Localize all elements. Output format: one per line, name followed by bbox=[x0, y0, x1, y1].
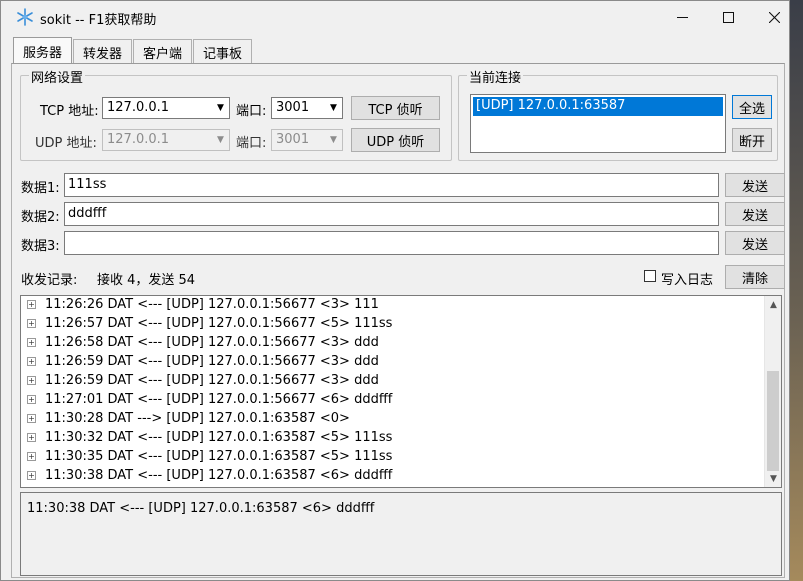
udp-address-combo[interactable]: 127.0.0.1 ▼ bbox=[102, 129, 230, 151]
tcp-address-value: 127.0.0.1 bbox=[107, 100, 169, 115]
tcp-address-label: TCP 地址: bbox=[40, 100, 99, 119]
udp-port-combo[interactable]: 3001 ▼ bbox=[271, 129, 343, 151]
data1-label: 数据1: bbox=[21, 177, 60, 196]
data3-input[interactable] bbox=[64, 231, 719, 255]
minimize-icon bbox=[677, 12, 688, 23]
scroll-down-icon[interactable]: ▼ bbox=[765, 470, 782, 487]
send1-button[interactable]: 发送 bbox=[725, 173, 785, 197]
data2-value: dddfff bbox=[68, 206, 106, 221]
title-bar[interactable]: sokit -- F1获取帮助 bbox=[1, 1, 789, 33]
expand-icon[interactable]: + bbox=[27, 300, 36, 309]
scroll-up-icon[interactable]: ▲ bbox=[765, 296, 782, 313]
connections-label: 当前连接 bbox=[467, 67, 523, 86]
udp-port-value: 3001 bbox=[276, 132, 309, 147]
maximize-button[interactable] bbox=[705, 1, 751, 33]
chevron-down-icon[interactable]: ▼ bbox=[325, 98, 342, 118]
send2-button[interactable]: 发送 bbox=[725, 202, 785, 226]
expand-icon[interactable]: + bbox=[27, 433, 36, 442]
app-window: sokit -- F1获取帮助 服务器 转发器 客户端 记事板 网络设置 TCP… bbox=[0, 0, 790, 581]
log-detail-text: 11:30:38 DAT <--- [UDP] 127.0.0.1:63587 … bbox=[27, 501, 374, 516]
log-row-text: 11:30:35 DAT <--- [UDP] 127.0.0.1:63587 … bbox=[45, 449, 392, 464]
maximize-icon bbox=[723, 12, 734, 23]
tcp-port-combo[interactable]: 3001 ▼ bbox=[271, 97, 343, 119]
udp-address-value: 127.0.0.1 bbox=[107, 132, 169, 147]
expand-icon[interactable]: + bbox=[27, 338, 36, 347]
log-row-text: 11:30:28 DAT ---> [UDP] 127.0.0.1:63587 … bbox=[45, 411, 350, 426]
data2-label: 数据2: bbox=[21, 206, 60, 225]
log-label: 收发记录: bbox=[21, 269, 77, 288]
disconnect-button[interactable]: 断开 bbox=[732, 128, 772, 152]
expand-icon[interactable]: + bbox=[27, 319, 36, 328]
chevron-down-icon[interactable]: ▼ bbox=[212, 130, 229, 150]
tcp-port-value: 3001 bbox=[276, 100, 309, 115]
expand-icon[interactable]: + bbox=[27, 452, 36, 461]
write-log-label[interactable]: 写入日志 bbox=[661, 269, 713, 288]
chevron-down-icon[interactable]: ▼ bbox=[325, 130, 342, 150]
snowflake-icon bbox=[15, 7, 35, 27]
tcp-port-label: 端口: bbox=[236, 100, 266, 119]
tab-server[interactable]: 服务器 bbox=[13, 37, 72, 64]
log-row-text: 11:26:59 DAT <--- [UDP] 127.0.0.1:56677 … bbox=[45, 354, 379, 369]
tcp-address-combo[interactable]: 127.0.0.1 ▼ bbox=[102, 97, 230, 119]
udp-address-label: UDP 地址: bbox=[35, 132, 97, 151]
data1-value: 111ss bbox=[68, 177, 106, 192]
minimize-button[interactable] bbox=[659, 1, 705, 33]
tab-notepad[interactable]: 记事板 bbox=[193, 39, 252, 64]
expand-icon[interactable]: + bbox=[27, 414, 36, 423]
data1-input[interactable]: 111ss bbox=[64, 173, 719, 197]
close-button[interactable] bbox=[751, 1, 797, 33]
network-settings-group: 网络设置 TCP 地址: 127.0.0.1 ▼ 端口: 3001 ▼ TCP … bbox=[20, 75, 452, 161]
log-row-text: 11:30:38 DAT <--- [UDP] 127.0.0.1:63587 … bbox=[45, 468, 392, 483]
data3-label: 数据3: bbox=[21, 235, 60, 254]
tcp-listen-button[interactable]: TCP 侦听 bbox=[351, 96, 440, 120]
log-row-text: 11:27:01 DAT <--- [UDP] 127.0.0.1:56677 … bbox=[45, 392, 392, 407]
connection-item[interactable]: [UDP] 127.0.0.1:63587 bbox=[473, 97, 723, 116]
udp-listen-button[interactable]: UDP 侦听 bbox=[351, 128, 440, 152]
network-settings-label: 网络设置 bbox=[29, 67, 85, 86]
log-stats: 接收 4，发送 54 bbox=[97, 269, 195, 288]
tab-forwarder[interactable]: 转发器 bbox=[73, 39, 132, 64]
write-log-checkbox[interactable] bbox=[644, 270, 656, 282]
log-row-text: 11:26:57 DAT <--- [UDP] 127.0.0.1:56677 … bbox=[45, 316, 392, 331]
tab-client[interactable]: 客户端 bbox=[133, 39, 192, 64]
window-title: sokit -- F1获取帮助 bbox=[40, 9, 156, 28]
chevron-down-icon[interactable]: ▼ bbox=[212, 98, 229, 118]
connections-list[interactable]: [UDP] 127.0.0.1:63587 bbox=[470, 94, 726, 153]
select-all-button[interactable]: 全选 bbox=[732, 95, 772, 119]
send3-button[interactable]: 发送 bbox=[725, 231, 785, 255]
expand-icon[interactable]: + bbox=[27, 376, 36, 385]
log-row-text: 11:26:58 DAT <--- [UDP] 127.0.0.1:56677 … bbox=[45, 335, 379, 350]
udp-port-label: 端口: bbox=[236, 132, 266, 151]
log-row-text: 11:30:32 DAT <--- [UDP] 127.0.0.1:63587 … bbox=[45, 430, 392, 445]
data2-input[interactable]: dddfff bbox=[64, 202, 719, 226]
log-tree[interactable]: + 11:26:26 DAT <--- [UDP] 127.0.0.1:5667… bbox=[20, 295, 782, 488]
tab-bar: 服务器 转发器 客户端 记事板 bbox=[13, 37, 253, 64]
expand-icon[interactable]: + bbox=[27, 395, 36, 404]
connections-group: 当前连接 [UDP] 127.0.0.1:63587 全选 断开 bbox=[458, 75, 778, 161]
scroll-thumb[interactable] bbox=[767, 371, 779, 471]
clear-button[interactable]: 清除 bbox=[725, 265, 785, 289]
expand-icon[interactable]: + bbox=[27, 471, 36, 480]
close-icon bbox=[769, 12, 780, 23]
log-row-text: 11:26:26 DAT <--- [UDP] 127.0.0.1:56677 … bbox=[45, 297, 379, 312]
log-detail-box[interactable]: 11:30:38 DAT <--- [UDP] 127.0.0.1:63587 … bbox=[20, 492, 782, 576]
expand-icon[interactable]: + bbox=[27, 357, 36, 366]
log-scrollbar[interactable]: ▲ ▼ bbox=[764, 296, 781, 487]
server-panel: 网络设置 TCP 地址: 127.0.0.1 ▼ 端口: 3001 ▼ TCP … bbox=[11, 63, 785, 578]
log-row-text: 11:26:59 DAT <--- [UDP] 127.0.0.1:56677 … bbox=[45, 373, 379, 388]
